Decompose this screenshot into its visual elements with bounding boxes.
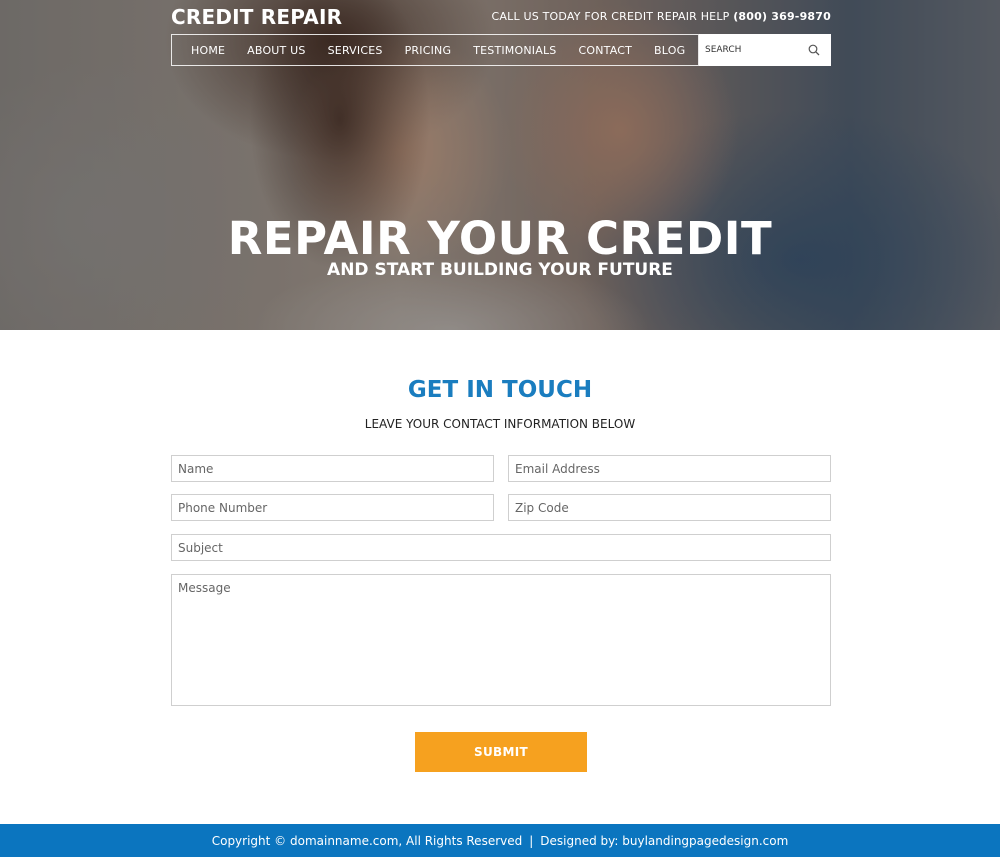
nav-item-services[interactable]: SERVICES — [317, 44, 394, 57]
hero-subtitle: AND START BUILDING YOUR FUTURE — [327, 260, 673, 280]
nav-item-home[interactable]: HOME — [180, 44, 236, 57]
phone-number[interactable]: (800) 369-9870 — [733, 10, 831, 23]
submit-button[interactable]: SUBMIT — [415, 732, 587, 772]
nav-item-testimonials[interactable]: TESTIMONIALS — [462, 44, 567, 57]
footer: Copyright © domainname.com, All Rights R… — [0, 824, 1000, 857]
call-us-banner: CALL US TODAY FOR CREDIT REPAIR HELP (80… — [492, 10, 831, 23]
email-field[interactable] — [508, 455, 831, 482]
nav-item-about-us[interactable]: ABOUT US — [236, 44, 316, 57]
contact-title: GET IN TOUCH — [407, 377, 593, 403]
nav-item-pricing[interactable]: PRICING — [394, 44, 463, 57]
message-field[interactable] — [171, 574, 831, 706]
search-box — [699, 34, 831, 66]
subject-field[interactable] — [171, 534, 831, 561]
zip-field[interactable] — [508, 494, 831, 521]
name-field[interactable] — [171, 455, 494, 482]
main-nav: HOME ABOUT US SERVICES PRICING TESTIMONI… — [171, 34, 699, 66]
contact-subtitle: LEAVE YOUR CONTACT INFORMATION BELOW — [364, 417, 636, 431]
footer-designed-by[interactable]: Designed by: buylandingpagedesign.com — [540, 834, 788, 848]
site-logo[interactable]: CREDIT REPAIR — [171, 5, 342, 29]
nav-item-blog[interactable]: BLOG — [643, 44, 696, 57]
phone-field[interactable] — [171, 494, 494, 521]
search-input[interactable] — [699, 35, 803, 65]
nav-item-contact[interactable]: CONTACT — [567, 44, 643, 57]
search-icon[interactable] — [803, 35, 825, 65]
footer-copyright: Copyright © domainname.com, All Rights R… — [211, 833, 523, 848]
footer-separator: | — [529, 833, 534, 848]
hero-title: REPAIR YOUR CREDIT — [227, 212, 773, 265]
call-us-text: CALL US TODAY FOR CREDIT REPAIR HELP — [491, 10, 730, 23]
